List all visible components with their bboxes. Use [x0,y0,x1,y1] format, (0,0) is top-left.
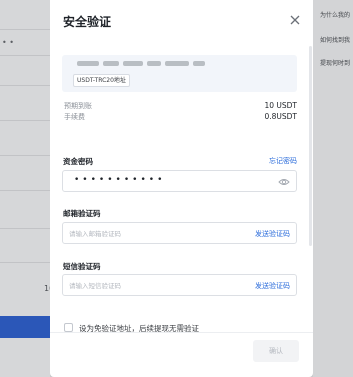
help-link: 提现何时到 [320,60,351,67]
sms-code-field[interactable]: 发送验证码 [62,274,297,296]
modal-title: 安全验证 [63,15,112,29]
background-submit-button [0,316,50,338]
footer-divider [50,332,313,333]
blurred-address [77,61,227,67]
sms-code-input[interactable] [69,279,239,292]
background-row-divider [0,262,50,263]
background-row-divider [0,155,50,156]
email-code-label: 邮箱验证码 [63,209,101,218]
background-row-divider [0,190,50,191]
background-row-divider [0,85,50,86]
close-icon[interactable] [287,12,303,28]
address-network-tag: USDT-TRC20地址 [73,74,130,87]
modal-scrollbar[interactable] [309,46,312,246]
exempt-address-checkbox[interactable] [64,323,73,332]
fund-password-field[interactable]: ••••••••••• [62,170,297,192]
help-link: 如何找到我 [320,37,351,44]
fee-value: 0.8USDT [264,112,297,121]
send-email-code-button[interactable]: 发送验证码 [255,229,290,239]
fee-label: 手续费 [64,113,85,121]
email-code-field[interactable]: 发送验证码 [62,222,297,244]
forgot-password-link[interactable]: 忘记密码 [269,156,297,166]
password-mask: ••••••••••• [74,175,166,185]
security-verification-modal: 安全验证 USDT-TRC20地址 预期到账 10 USDT 手续费 0.8US… [50,0,313,377]
sms-code-label: 短信验证码 [63,262,101,271]
background-row-divider [0,55,50,56]
expected-arrival-label: 预期到账 [64,102,92,110]
confirm-button[interactable]: 确认 [253,340,299,362]
fund-password-label: 资金密码 [63,157,93,166]
help-link: 为什么我的 [320,12,351,19]
background-help-panel: 为什么我的 如何找到我 提现何时到 [313,0,353,377]
expected-arrival-value: 10 USDT [264,101,297,110]
background-row-divider [0,228,50,229]
background-row-divider [0,120,50,121]
email-code-input[interactable] [69,227,239,240]
background-row-divider [0,29,50,30]
send-sms-code-button[interactable]: 发送验证码 [255,281,290,291]
background-left-panel: • • 10 [0,0,54,377]
background-left-mark: • • [2,38,14,47]
eye-icon[interactable] [278,176,290,188]
